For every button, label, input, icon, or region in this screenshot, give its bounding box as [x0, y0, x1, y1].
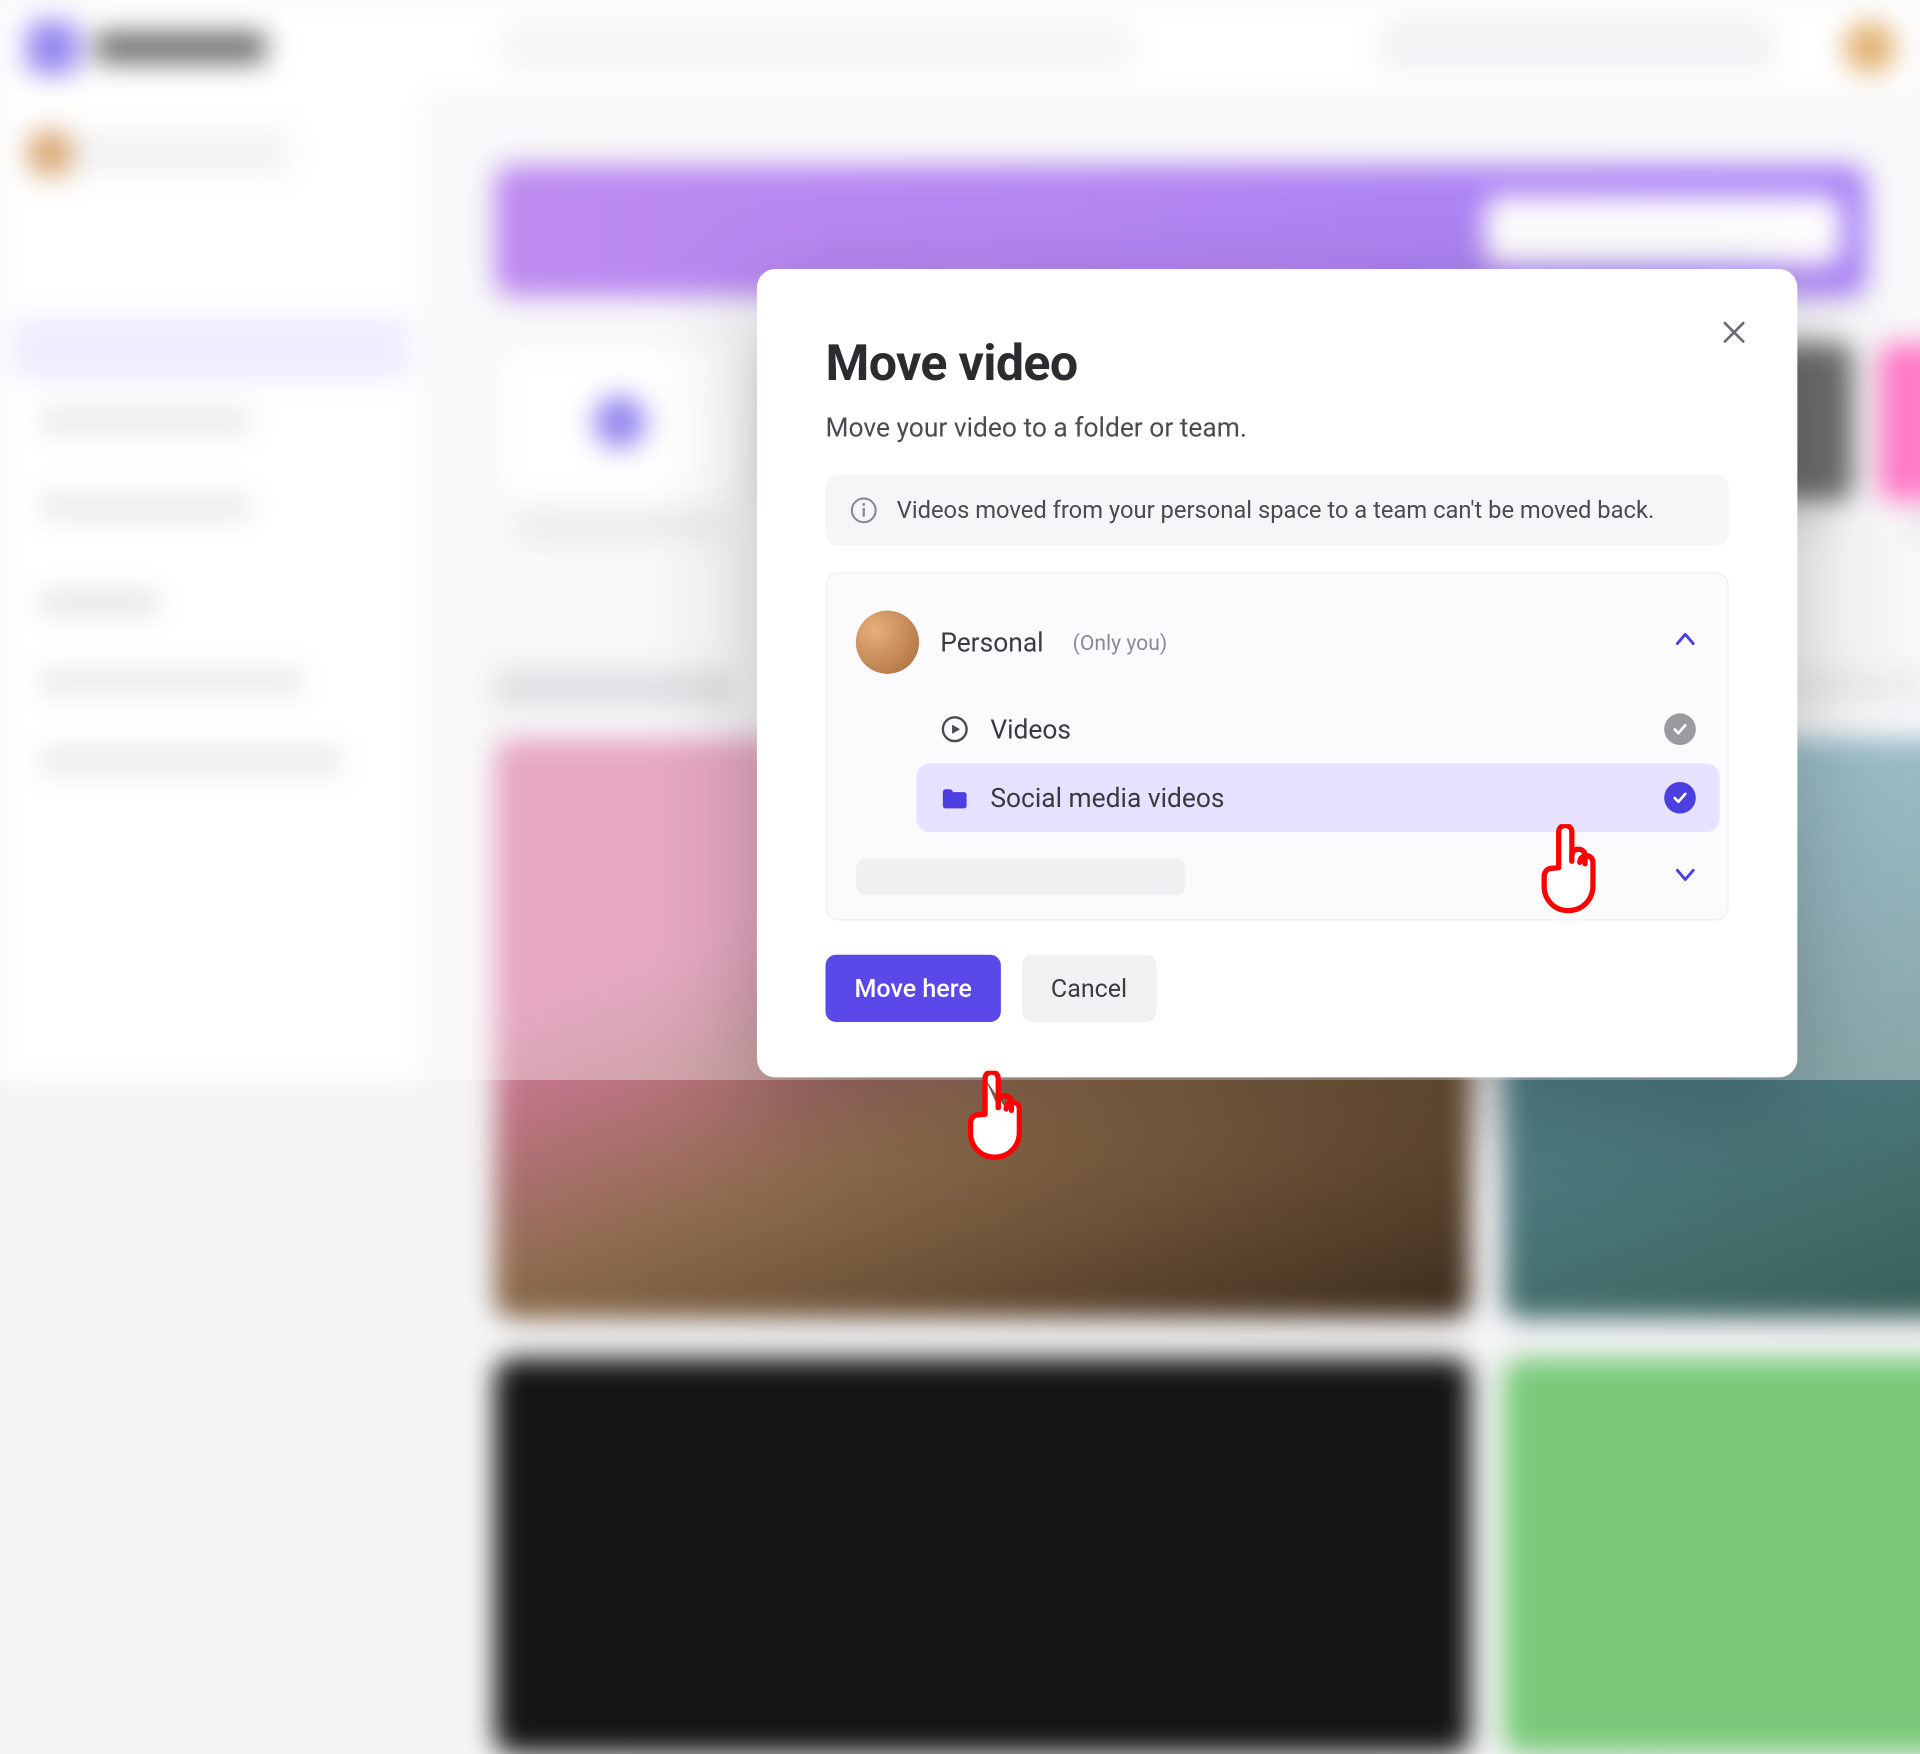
- tree-root-personal[interactable]: Personal (Only you): [827, 597, 1728, 687]
- root-name: Personal: [940, 626, 1043, 658]
- cancel-button[interactable]: Cancel: [1022, 955, 1156, 1022]
- video-icon: [940, 715, 969, 744]
- team-placeholder: [856, 858, 1186, 895]
- info-icon: [849, 496, 878, 525]
- tree-team-collapsed[interactable]: [827, 840, 1728, 906]
- move-video-dialog: Move video Move your video to a folder o…: [757, 269, 1797, 1077]
- dialog-title: Move video: [825, 335, 1728, 393]
- check-icon: [1664, 713, 1696, 745]
- tree-item-label: Videos: [990, 713, 1071, 745]
- dialog-subtitle: Move your video to a folder or team.: [825, 411, 1728, 443]
- chevron-down-icon: [1672, 861, 1698, 893]
- tree-item-label: Social media videos: [990, 782, 1224, 814]
- folder-icon: [940, 783, 969, 812]
- close-icon: [1722, 320, 1746, 344]
- tree-item-videos[interactable]: Videos: [916, 695, 1719, 764]
- close-button[interactable]: [1713, 311, 1755, 353]
- avatar: [856, 611, 919, 674]
- info-banner: Videos moved from your personal space to…: [825, 475, 1728, 546]
- info-text: Videos moved from your personal space to…: [897, 496, 1655, 524]
- chevron-up-icon: [1672, 626, 1698, 658]
- location-tree: Personal (Only you) Videos Social me: [825, 572, 1728, 920]
- check-icon: [1664, 782, 1696, 814]
- move-here-button[interactable]: Move here: [825, 955, 1000, 1022]
- tree-item-social-media-videos[interactable]: Social media videos: [916, 764, 1719, 833]
- root-scope: (Only you): [1073, 630, 1168, 655]
